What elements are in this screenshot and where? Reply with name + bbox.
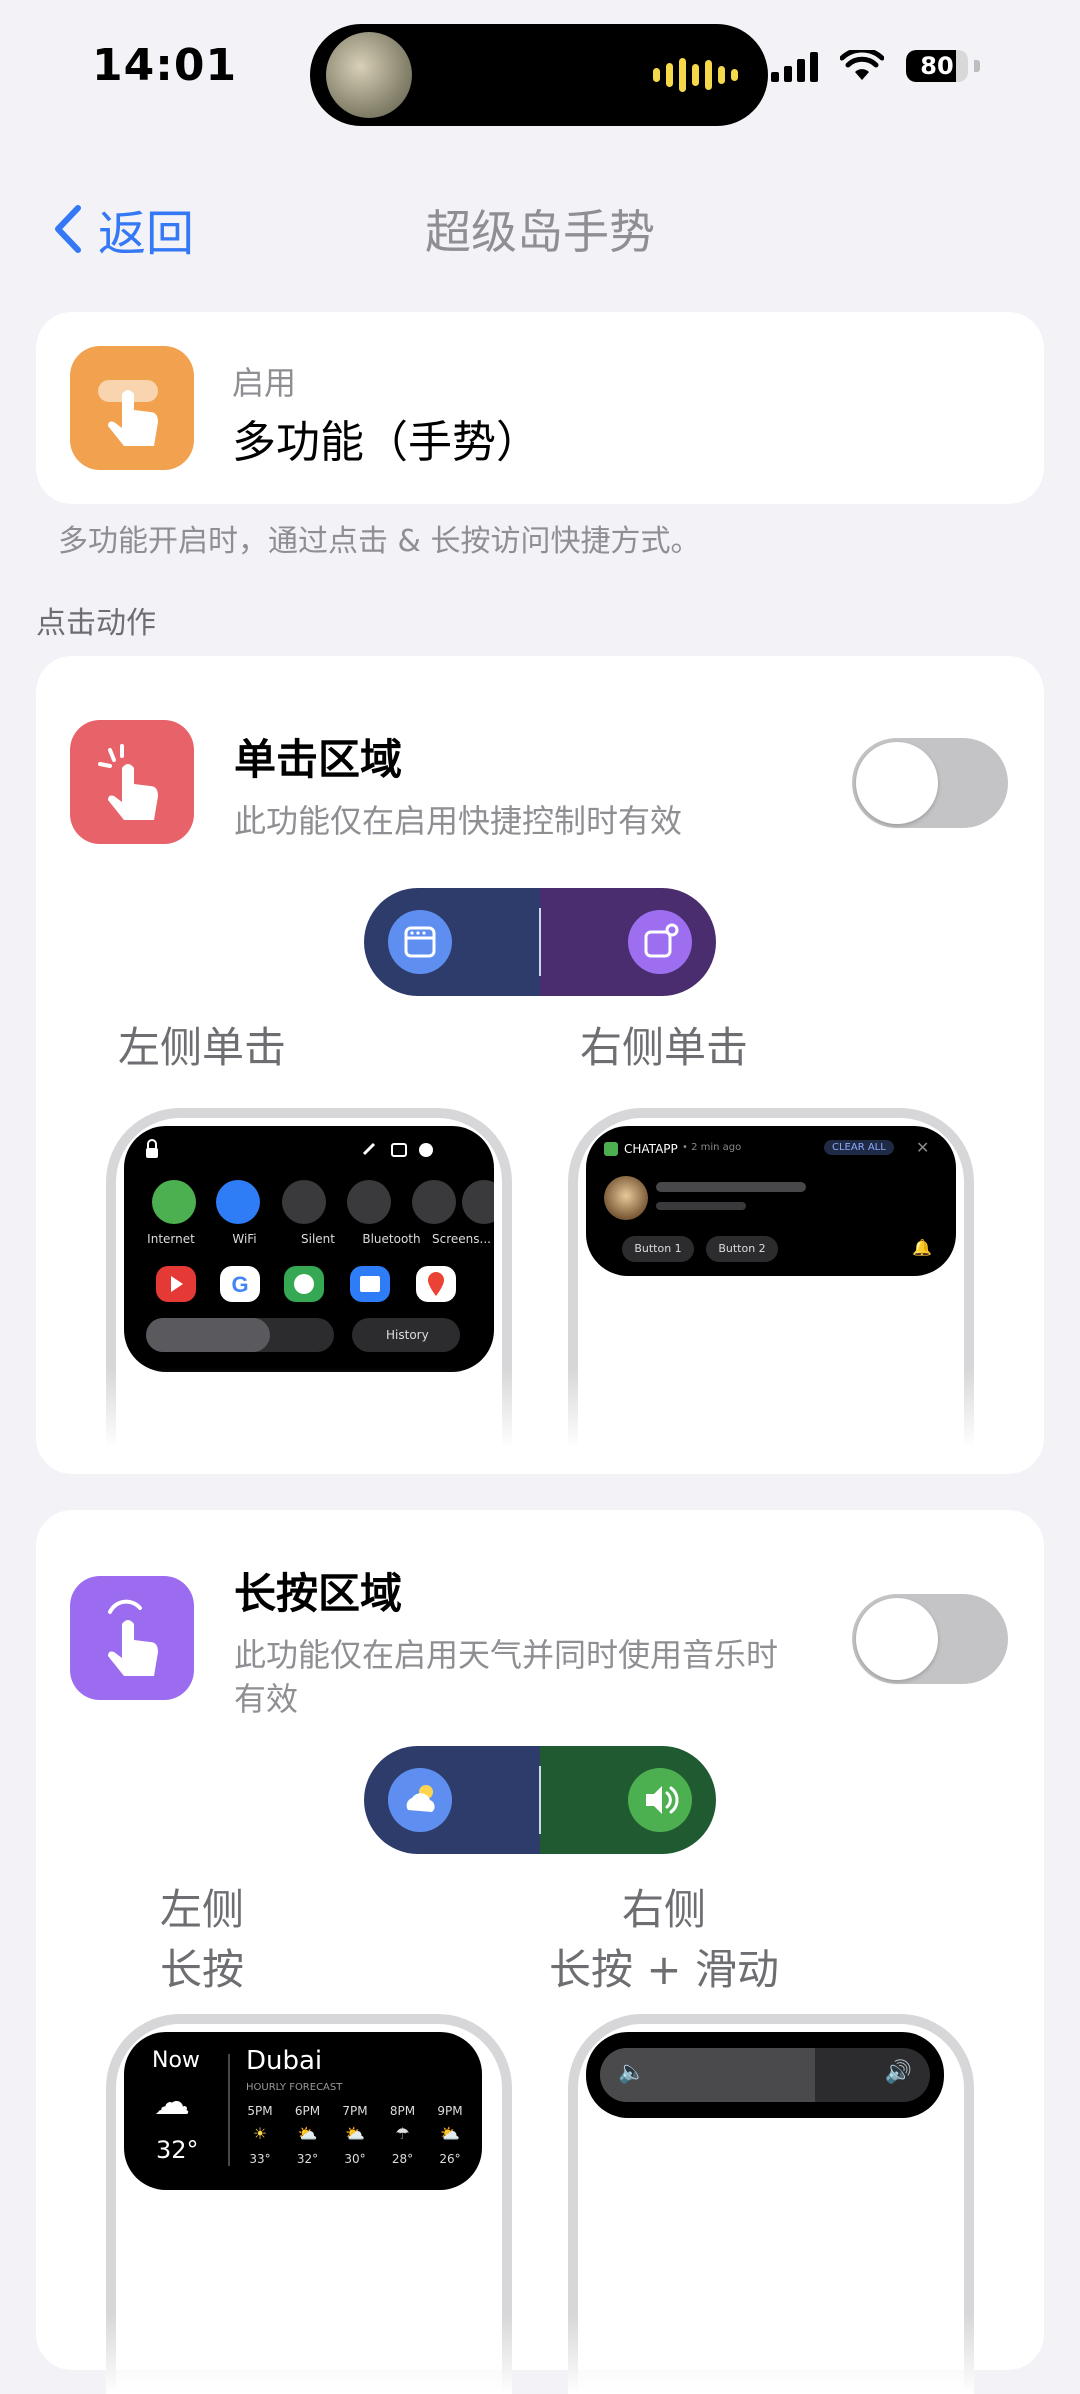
long-press-subtitle-line1: 此功能仅在启用天气并同时使用音乐时 <box>234 1636 779 1674</box>
forecast-temp: 32° <box>296 2152 319 2166</box>
section-header-tap-actions: 点击动作 <box>36 606 156 641</box>
wifi-icon <box>840 50 884 80</box>
battery-icon: 80 <box>906 50 968 82</box>
notif-button-2[interactable]: Button 2 <box>706 1236 778 1262</box>
partly-cloudy-icon: ⛅ <box>297 2124 318 2143</box>
weather-now-temp: 32° <box>156 2136 199 2164</box>
long-press-hand-icon <box>70 1576 194 1700</box>
weather-now-label: Now <box>152 2048 200 2073</box>
close-icon[interactable]: ✕ <box>916 1138 929 1157</box>
notif-time: • 2 min ago <box>682 1142 742 1153</box>
phone-preview-left: G Internet WiFi Silent Bluetooth Screens… <box>106 1108 512 1448</box>
audio-wave-icon <box>653 58 738 92</box>
press-left-caption-line2: 长按 <box>159 1945 244 1994</box>
quick-controls-screen: G Internet WiFi Silent Bluetooth Screens… <box>124 1126 494 1372</box>
tap-area-toggle[interactable] <box>852 738 1008 828</box>
forecast-temp: 28° <box>391 2152 414 2166</box>
volume-screen: 🔈 🔊 <box>586 2032 944 2118</box>
long-press-title: 长按区域 <box>234 1569 403 1618</box>
control-panel-icon <box>388 910 452 974</box>
forecast-label: HOURLY FORECAST <box>246 2082 343 2093</box>
avatar <box>604 1176 648 1220</box>
control-label: Silent <box>301 1232 335 1246</box>
weather-icon <box>388 1768 452 1832</box>
volume-slider[interactable]: 🔈 🔊 <box>600 2048 930 2102</box>
navigation-bar: 返回 超级岛手势 <box>0 190 1080 262</box>
toggle-knob <box>856 1598 938 1680</box>
phone-preview-volume: 🔈 🔊 <box>568 2014 974 2394</box>
cellular-signal-icon <box>771 50 818 82</box>
enable-caption: 启用 <box>232 364 297 402</box>
bell-icon: 🔔 <box>912 1238 932 1257</box>
enable-card[interactable]: 启用 多功能（手势） <box>36 312 1044 504</box>
control-label: Internet <box>147 1232 195 1246</box>
clear-all-button[interactable]: CLEAR ALL <box>824 1140 894 1155</box>
forecast-hour: 8PM <box>389 2104 416 2118</box>
album-art-thumbnail <box>326 32 412 118</box>
chat-app-icon <box>604 1142 618 1156</box>
press-left-caption-line1: 左侧 <box>159 1885 244 1934</box>
gesture-app-icon <box>70 346 194 470</box>
phone-preview-right: CHATAPP • 2 min ago CLEAR ALL ✕ Button 1… <box>568 1108 974 1448</box>
tap-hand-icon <box>70 720 194 844</box>
tap-right-caption: 右侧单击 <box>579 1023 748 1072</box>
weather-screen: Now ☁ 32° Dubai HOURLY FORECAST 5PM 6PM … <box>124 2032 482 2190</box>
enable-note: 多功能开启时，通过点击 & 长按访问快捷方式。 <box>58 524 701 559</box>
svg-text:G: G <box>231 1272 248 1297</box>
sun-icon: ☀ <box>252 2124 268 2143</box>
forecast-hour: 7PM <box>342 2104 368 2118</box>
battery-tip <box>974 60 980 72</box>
enable-title: 多功能（手势） <box>232 417 540 468</box>
long-press-card: 长按区域 此功能仅在启用天气并同时使用音乐时 有效 左侧 长按 右侧 长按 + … <box>36 1510 1044 2394</box>
control-label: WiFi <box>232 1232 257 1246</box>
control-label: Bluetooth <box>362 1232 421 1246</box>
volume-icon <box>628 1768 692 1832</box>
page-title: 超级岛手势 <box>425 205 655 259</box>
forecast-hour: 9PM <box>437 2104 463 2118</box>
tap-area-card: 单击区域 此功能仅在启用快捷控制时有效 左侧单击 右侧单击 G Internet… <box>36 656 1044 1474</box>
forecast-temp: 26° <box>439 2152 461 2166</box>
notification-icon <box>628 910 692 974</box>
control-label: Screens... <box>432 1232 491 1246</box>
phone-preview-weather: Now ☁ 32° Dubai HOURLY FORECAST 5PM 6PM … <box>106 2014 512 2394</box>
toggle-knob <box>856 742 938 824</box>
partly-cloudy-icon: ⛅ <box>440 2124 460 2143</box>
tap-preview-pill <box>364 888 716 996</box>
forecast-hour: 6PM <box>294 2104 321 2118</box>
notif-app-name: CHATAPP <box>624 1142 678 1156</box>
long-press-subtitle-line2: 有效 <box>234 1680 299 1718</box>
notif-button-1[interactable]: Button 1 <box>622 1236 694 1262</box>
press-right-caption-line1: 右侧 <box>621 1885 706 1934</box>
history-label: History <box>386 1328 429 1342</box>
weather-city: Dubai <box>246 2046 323 2076</box>
rain-cloud-icon: ☁ <box>154 2082 190 2123</box>
tap-area-title: 单击区域 <box>234 735 403 784</box>
status-bar: 14:01 80 <box>0 0 1080 140</box>
dynamic-island[interactable] <box>310 24 768 126</box>
forecast-hour: 5PM <box>247 2104 273 2118</box>
forecast-temp: 33° <box>249 2152 271 2166</box>
notification-screen: CHATAPP • 2 min ago CLEAR ALL ✕ Button 1… <box>586 1126 956 1276</box>
long-press-preview-pill <box>364 1746 716 1854</box>
volume-down-icon: 🔈 <box>618 2060 646 2085</box>
battery-level: 80 <box>920 52 954 80</box>
press-right-caption-line2: 长按 + 滑动 <box>549 1945 779 1994</box>
long-press-toggle[interactable] <box>852 1594 1008 1684</box>
status-time: 14:01 <box>92 40 238 91</box>
volume-up-icon: 🔊 <box>884 2060 912 2085</box>
forecast-temp: 30° <box>344 2152 366 2166</box>
tap-left-caption: 左侧单击 <box>117 1023 286 1072</box>
tap-area-subtitle: 此功能仅在启用快捷控制时有效 <box>234 802 683 840</box>
partly-cloudy-icon: ⛅ <box>345 2124 365 2143</box>
rain-icon: ☂ <box>395 2124 410 2143</box>
